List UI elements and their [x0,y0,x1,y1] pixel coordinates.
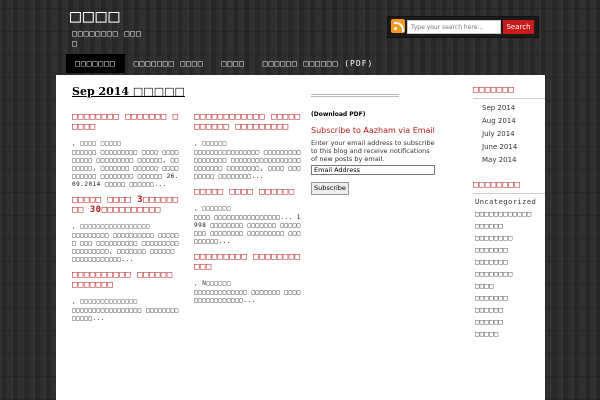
post-item: □□□□□□□□□□□□ □□□□□□□□□□□ □□□□□□□□□ , □□□… [194,112,302,181]
search-button[interactable]: Search [503,20,534,34]
category-link[interactable]: □□□□□□□□□□□□ [473,210,545,218]
post-item: □□□□□□□□□□ □□□□□□ □□□□□□□ , □□□□□□□□□□□□… [72,270,180,323]
category-link[interactable]: □□□□□□□ [473,258,545,266]
categories-list: Uncategorized □□□□□□□□□□□□ □□□□□□ □□□□□□… [473,198,545,338]
post-title[interactable]: □□□□□□□□□□□□ □□□□□□□□□□□ □□□□□□□□□ [194,112,302,132]
nav-item-2[interactable]: □□□□□□□ □□□□ [125,54,213,73]
post-excerpt: □□□□ □□□□□□□□□□□□□□□□... 1998 □□□□□□□□ □… [194,214,301,245]
post-meta: , □□□□□□□ [194,205,232,212]
post-excerpt: □□□□□□□□□□□□□ □□□□□□□ □□□□□□□□□□□□□□□□..… [194,289,301,304]
subscribe-text: Enter your email address to subscribe to… [311,139,435,163]
post-title[interactable]: □□□□□□□□□□ □□□□□□ □□□□□□□ [72,270,180,290]
category-link[interactable]: □□□□□□□ [473,246,545,254]
archive-link[interactable]: June 2014 [473,143,545,151]
archive-link[interactable]: July 2014 [473,130,545,138]
category-link[interactable]: □□□□□ [473,330,545,338]
archive-link[interactable]: Sep 2014 [473,104,545,112]
subscribe-title: Subscribe to Aazham via Email [311,126,435,135]
search-input[interactable] [407,20,501,34]
nav-item-pdf[interactable]: □□□□□□ □□□□□□ (PDF) [254,54,383,73]
categories-title: □□□□□□□□ [473,180,545,194]
email-field[interactable] [311,165,435,175]
right-sidebar: □□□□□□□ Sep 2014 Aug 2014 July 2014 June… [473,85,545,338]
post-meta: , □□□□□□□□□□□□□□ [72,298,138,305]
post-title[interactable]: □□□□□ □□□□ 3□□□□□□□□ 30□□□□□□□□□□ [72,195,180,215]
post-excerpt: □□□□□□□□□ □□□□□□□□□□ □□□□□□ □□□ □□□□□□□□… [72,232,179,263]
subscribe-button[interactable]: Subscribe [311,181,349,195]
post-item: □□□□□□□□ □□□□□□□ □□□□□ , □□□□ □□□□□ □□□□… [72,112,180,189]
post-meta: , □□□□□□□□□□□□□□□□□ [72,223,151,230]
main-nav: □□□□□□□ □□□□□□□ □□□□ □□□□ □□□□□□ □□□□□□ … [66,54,382,73]
category-link[interactable]: □□□□□□□□ [473,270,545,278]
post-title[interactable]: □□□□□□□□ □□□□□□□ □□□□□ [72,112,180,132]
category-link[interactable]: □□□□□□ [473,306,545,314]
post-item: □□□□□□□□□ □□□□□□□□□□□ , N□□□□□□ □□□□□□□□… [194,252,302,305]
category-link[interactable]: Uncategorized [473,198,545,206]
post-item: □□□□□ □□□□ □□□□□□ , □□□□□□□ □□□□ □□□□□□□… [194,187,302,246]
archives-title: □□□□□□□ [473,85,545,99]
category-link[interactable]: □□□□□□ [473,222,545,230]
post-title[interactable]: □□□□□□□□□ □□□□□□□□□□□ [194,252,302,272]
category-link[interactable]: □□□□ [473,282,545,290]
post-excerpt: □□□□□□□□□□□□□□□□□ □□□□□□□□□□□□□... [72,307,179,322]
divider [311,94,399,97]
download-pdf-link[interactable]: (Download PDF) [311,111,436,118]
subscribe-widget: (Download PDF) Subscribe to Aazham via E… [311,94,436,195]
category-link[interactable]: □□□□□□□□ [473,234,545,242]
post-excerpt: □□□□□□ □□□□□□□□□ □□□□ □□□□□□□□□ □□□□□□□□… [72,149,179,188]
post-meta: , □□□□ □□□□□ [72,140,122,147]
post-column-2: □□□□□□□□□□□□ □□□□□□□□□□□ □□□□□□□□□ , □□□… [194,112,302,311]
rss-icon[interactable] [391,19,405,33]
archives-list: Sep 2014 Aug 2014 July 2014 June 2014 Ma… [473,104,545,164]
post-meta: , □□□□□□ [194,140,227,147]
post-meta: , N□□□□□□ [194,280,232,287]
post-title[interactable]: □□□□□ □□□□ □□□□□□ [194,187,302,197]
archive-link[interactable]: May 2014 [473,156,545,164]
category-link[interactable]: □□□□□□ [473,318,545,326]
category-link[interactable]: □□□□□□□ [473,294,545,302]
archive-title: Sep 2014 □□□□□ [72,85,185,98]
post-item: □□□□□ □□□□ 3□□□□□□□□ 30□□□□□□□□□□ , □□□□… [72,195,180,264]
archive-link[interactable]: Aug 2014 [473,117,545,125]
nav-item-3[interactable]: □□□□ [213,54,254,73]
post-excerpt: □□□□□□□□□□□□□□□□ □□□□□□□□□ □□□□□□□□ □□□□… [194,149,301,180]
site-title[interactable]: □□□□ [70,6,121,27]
nav-item-home[interactable]: □□□□□□□ [66,54,125,73]
site-description: □□□□□□□□ □□□□ [72,29,142,48]
post-column-1: □□□□□□□□ □□□□□□□ □□□□□ , □□□□ □□□□□ □□□□… [72,112,180,329]
main-content: Sep 2014 □□□□□ □□□□□□□□ □□□□□□□ □□□□□ , … [56,75,545,400]
